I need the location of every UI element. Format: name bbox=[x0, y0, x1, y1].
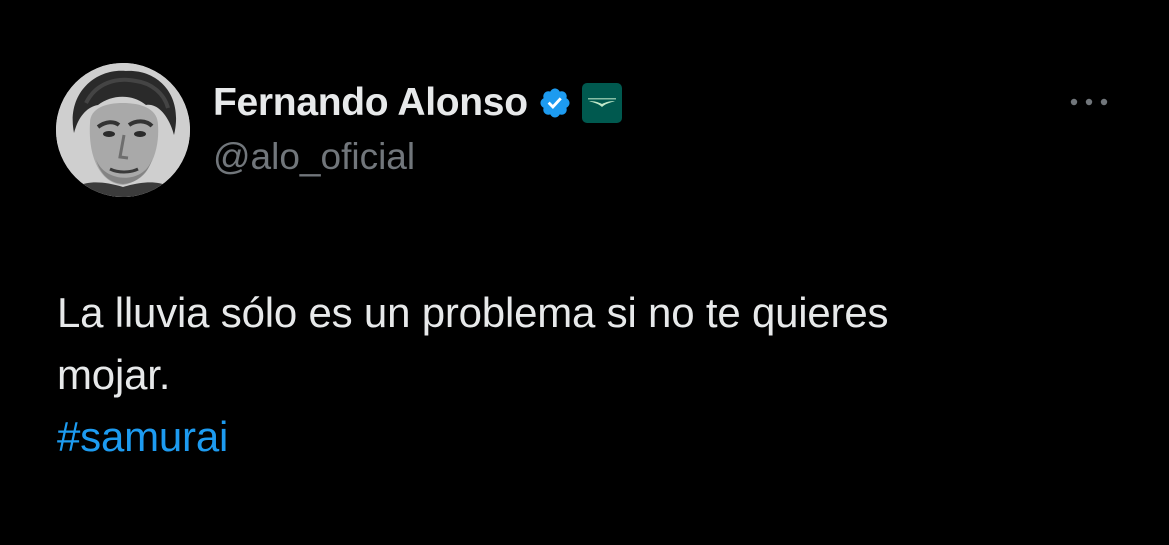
author-handle[interactable]: @alo_oficial bbox=[213, 136, 415, 178]
hashtag-link[interactable]: #samurai bbox=[57, 406, 1117, 468]
verified-badge-icon[interactable] bbox=[538, 86, 572, 120]
tweet-text: La lluvia sólo es un problema si no te q… bbox=[57, 282, 1117, 468]
avatar[interactable] bbox=[56, 63, 190, 197]
tweet-text-line: mojar. bbox=[57, 351, 171, 398]
more-options-icon[interactable] bbox=[1066, 90, 1112, 114]
aston-martin-affiliate-icon[interactable] bbox=[580, 81, 624, 125]
author-name-row: Fernando Alonso bbox=[213, 80, 624, 126]
tweet-text-line: La lluvia sólo es un problema si no te q… bbox=[57, 289, 889, 336]
avatar-image bbox=[56, 63, 190, 197]
author-display-name[interactable]: Fernando Alonso bbox=[213, 81, 528, 125]
tweet-card: Fernando Alonso @alo_oficial La lluvia s… bbox=[0, 0, 1169, 545]
